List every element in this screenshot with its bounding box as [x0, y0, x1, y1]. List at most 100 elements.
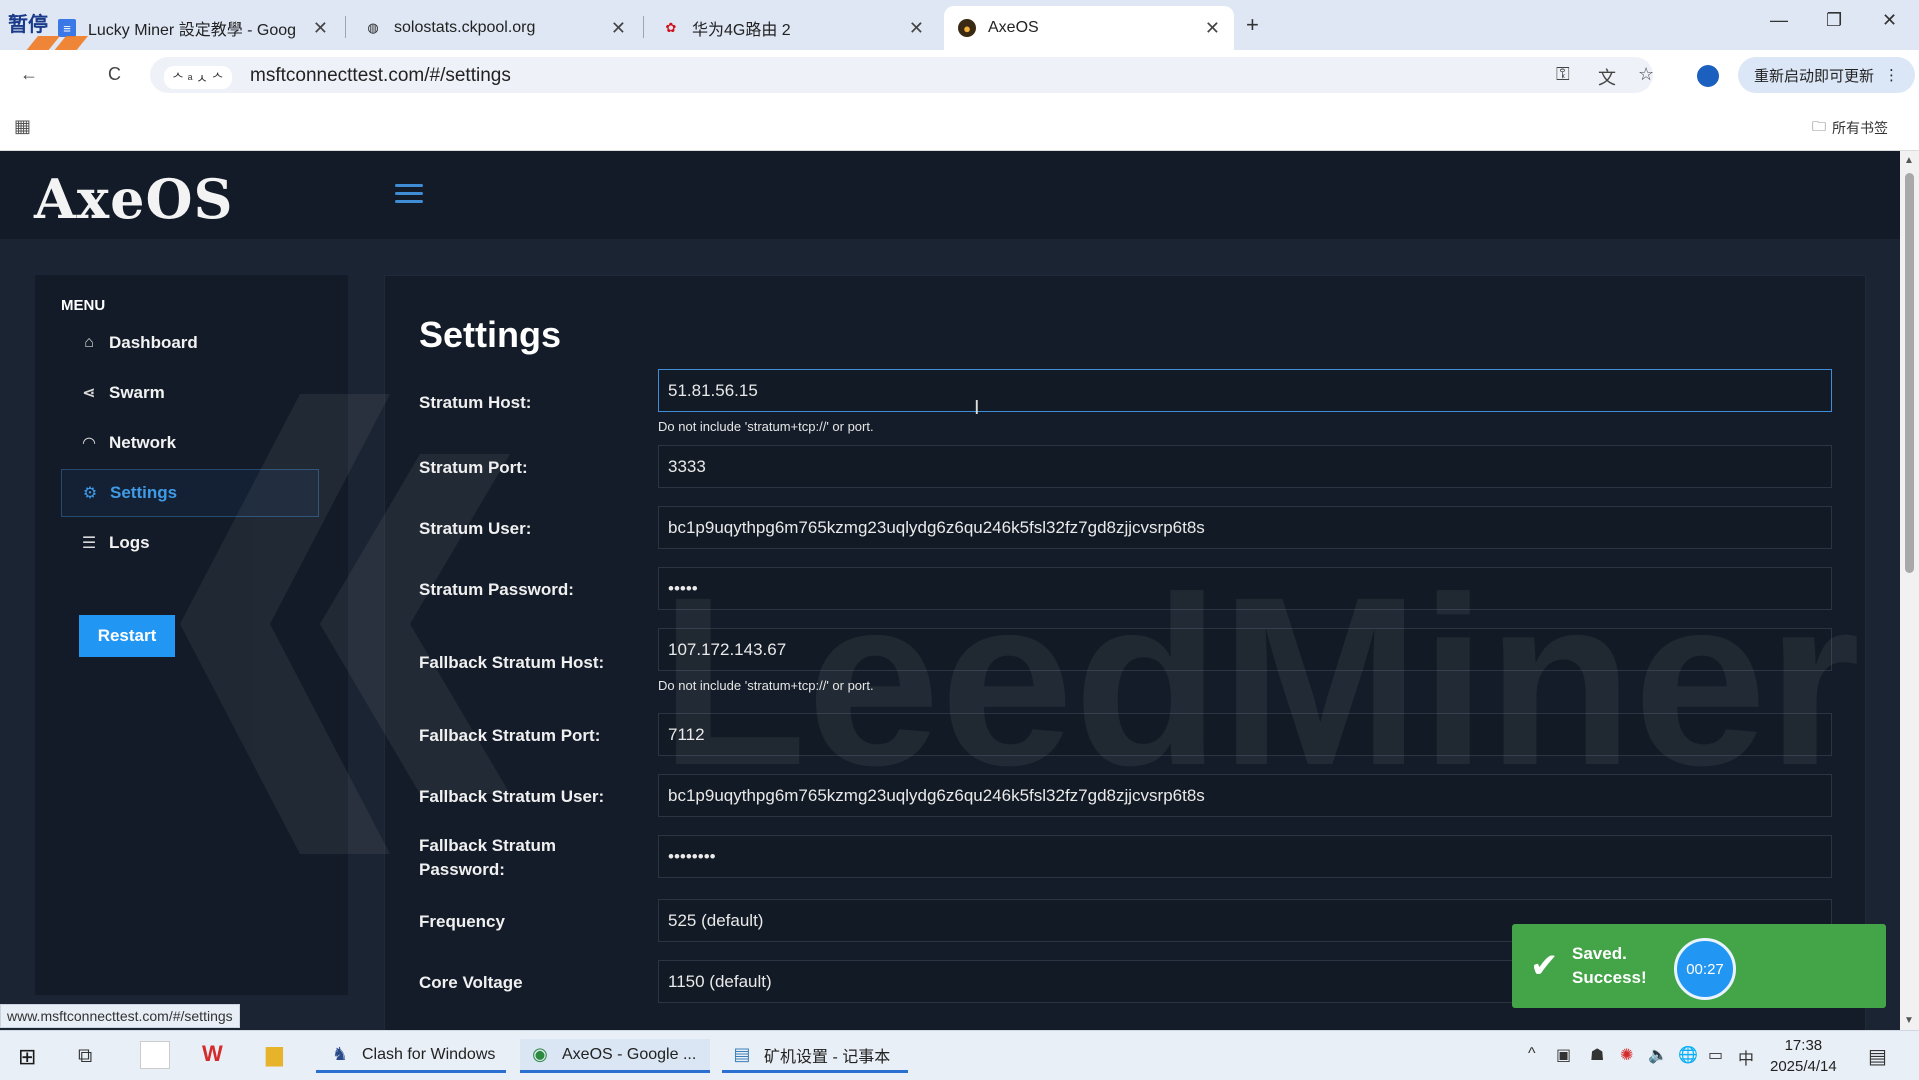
sidebar-item-logs[interactable]: ☰ Logs: [61, 519, 319, 567]
list-icon: ☰: [81, 535, 97, 552]
tab-huawei-router[interactable]: ✿ 华为4G路由 2 ✕: [648, 6, 938, 50]
windows-taskbar: ⊞ ⧉ W ▆ ♞ Clash for Windows ◉ AxeOS - Go…: [0, 1030, 1919, 1080]
sidebar-item-settings[interactable]: ⚙ Settings: [61, 469, 319, 517]
clash-icon: ♞: [331, 1044, 349, 1064]
notification-icon[interactable]: ▤: [1868, 1044, 1887, 1069]
close-tab-icon[interactable]: ✕: [313, 18, 328, 39]
fallback-host-label: Fallback Stratum Host:: [419, 653, 605, 672]
status-bar-url: www.msftconnecttest.com/#/settings: [0, 1004, 240, 1028]
toast-timer: 00:27: [1674, 938, 1736, 1000]
globe-icon: ◍: [367, 20, 379, 35]
leedminer-app-icon[interactable]: [140, 1041, 170, 1069]
profile-avatar[interactable]: [1697, 65, 1719, 87]
url-text[interactable]: msftconnecttest.com/#/settings: [250, 65, 511, 87]
close-window-button[interactable]: ✕: [1882, 10, 1897, 31]
close-tab-icon[interactable]: ✕: [1205, 18, 1220, 39]
stratum-host-hint: Do not include 'stratum+tcp://' or port.: [658, 419, 874, 434]
share-icon: ⋖: [82, 385, 96, 402]
ime-icon[interactable]: 中: [1738, 1045, 1754, 1069]
sidebar-item-network[interactable]: ◠ Network: [61, 419, 319, 467]
stratum-port-label: Stratum Port:: [419, 458, 528, 477]
menu-heading: MENU: [61, 297, 106, 314]
app-header: AxeOS: [0, 151, 1900, 239]
fallback-host-hint: Do not include 'stratum+tcp://' or port.: [658, 678, 874, 693]
fallback-user-label: Fallback Stratum User:: [419, 787, 605, 806]
taskbar-app-clash[interactable]: ♞ Clash for Windows: [316, 1039, 506, 1073]
sidebar-item-swarm[interactable]: ⋖ Swarm: [61, 369, 319, 417]
scroll-up-icon[interactable]: ▲: [1904, 155, 1914, 166]
task-view-icon[interactable]: ⧉: [78, 1045, 92, 1068]
minimize-button[interactable]: —: [1770, 10, 1788, 31]
back-icon[interactable]: ←: [20, 64, 38, 85]
tab-solostats[interactable]: ◍ solostats.ckpool.org ✕: [350, 6, 640, 50]
reload-icon[interactable]: C: [108, 64, 121, 85]
close-tab-icon[interactable]: ✕: [611, 18, 626, 39]
battery-icon[interactable]: ▭: [1708, 1045, 1723, 1065]
tab-axeos[interactable]: ● AxeOS ✕: [944, 6, 1234, 50]
stratum-port-input[interactable]: [658, 445, 1832, 488]
new-tab-button[interactable]: +: [1246, 12, 1259, 38]
gear-icon: ⚙: [82, 485, 98, 502]
taskbar-app-notepad[interactable]: ▤ 矿机设置 - 记事本: [722, 1039, 908, 1073]
axeos-app: AxeOS MENU ⌂ Dashboard ⋖ Swarm ◠ Network…: [0, 151, 1900, 1030]
tray-chevron-icon[interactable]: ^: [1528, 1045, 1536, 1063]
fallback-password-input[interactable]: [658, 835, 1832, 878]
home-icon: ⌂: [84, 334, 94, 351]
page-scrollbar[interactable]: ▲ ▼: [1900, 151, 1919, 1030]
taskbar-app-chrome[interactable]: ◉ AxeOS - Google ...: [520, 1039, 710, 1073]
restart-button[interactable]: Restart: [79, 615, 175, 657]
hamburger-menu-icon[interactable]: [395, 184, 423, 208]
translate-icon[interactable]: 文: [1598, 64, 1616, 90]
text-cursor-icon: I: [974, 397, 980, 419]
star-icon[interactable]: ☆: [1638, 64, 1654, 85]
success-toast[interactable]: ✔ Saved. Success! 00:27: [1512, 924, 1886, 1008]
stratum-password-input[interactable]: [658, 567, 1832, 610]
settings-panel: Settings Stratum Host: Do not include 's…: [384, 275, 1866, 1030]
more-vert-icon: ⋮: [1884, 67, 1900, 84]
stratum-user-input[interactable]: [658, 506, 1832, 549]
scrollbar-thumb[interactable]: [1905, 173, 1914, 573]
notepad-icon: ▤: [733, 1044, 751, 1064]
fallback-host-input[interactable]: [658, 628, 1832, 671]
apps-grid-icon[interactable]: ▦: [14, 116, 31, 137]
browser-toolbar: ← C ᄉ ᵃ ㅅ ᄉ msftconnecttest.com/#/settin…: [0, 50, 1919, 100]
axeos-logo[interactable]: AxeOS: [34, 167, 233, 231]
core-voltage-label: Core Voltage: [419, 973, 523, 992]
file-explorer-icon[interactable]: ▆: [266, 1041, 283, 1067]
taskbar-clock[interactable]: 17:38 2025/4/14: [1770, 1035, 1837, 1077]
windows-start-icon[interactable]: ⊞: [18, 1044, 36, 1070]
browser-tab-strip: ≡ Lucky Miner 設定教學 - Goog ✕ ◍ solostats.…: [0, 0, 1919, 50]
fallback-port-input[interactable]: [658, 713, 1832, 756]
axeos-icon: ●: [958, 19, 976, 37]
toast-title: Saved.: [1572, 944, 1627, 963]
network-globe-icon[interactable]: 🌐: [1678, 1045, 1698, 1065]
stratum-host-label: Stratum Host:: [419, 393, 532, 412]
sidebar-item-dashboard[interactable]: ⌂ Dashboard: [61, 319, 319, 367]
all-bookmarks[interactable]: 🗀 所有书签: [1812, 116, 1888, 140]
restore-button[interactable]: ❐: [1826, 10, 1842, 31]
address-bar[interactable]: ᄉ ᵃ ㅅ ᄉ msftconnecttest.com/#/settings: [150, 57, 1653, 93]
wifi-icon: ◠: [82, 435, 96, 452]
stratum-host-input[interactable]: [658, 369, 1832, 412]
fallback-user-input[interactable]: [658, 774, 1832, 817]
scroll-down-icon[interactable]: ▼: [1904, 1015, 1914, 1026]
volume-icon[interactable]: 🔈: [1648, 1045, 1668, 1065]
tray-app-icon[interactable]: ▣: [1556, 1045, 1571, 1065]
tray-cat-icon[interactable]: ☗: [1590, 1045, 1604, 1065]
huawei-icon: ✿: [665, 20, 677, 35]
stratum-password-label: Stratum Password:: [419, 580, 574, 599]
sidebar: MENU ⌂ Dashboard ⋖ Swarm ◠ Network ⚙ Set…: [35, 275, 348, 995]
close-tab-icon[interactable]: ✕: [909, 18, 924, 39]
key-icon[interactable]: ⚿: [1556, 64, 1570, 85]
folder-icon: 🗀: [1812, 118, 1826, 134]
wps-icon[interactable]: W: [202, 1041, 223, 1067]
site-info-chip[interactable]: ᄉ ᵃ ㅅ ᄉ: [164, 66, 232, 89]
fallback-port-label: Fallback Stratum Port:: [419, 726, 601, 745]
stratum-user-label: Stratum User:: [419, 519, 532, 538]
tray-swirl-icon[interactable]: ✺: [1620, 1045, 1633, 1065]
update-button[interactable]: 重新启动即可更新 ⋮: [1738, 57, 1916, 93]
frequency-label: Frequency: [419, 912, 505, 931]
page-title: Settings: [419, 314, 562, 355]
toast-message: Success!: [1572, 968, 1647, 987]
bookmarks-bar: ▦ 🗀 所有书签: [0, 100, 1919, 151]
